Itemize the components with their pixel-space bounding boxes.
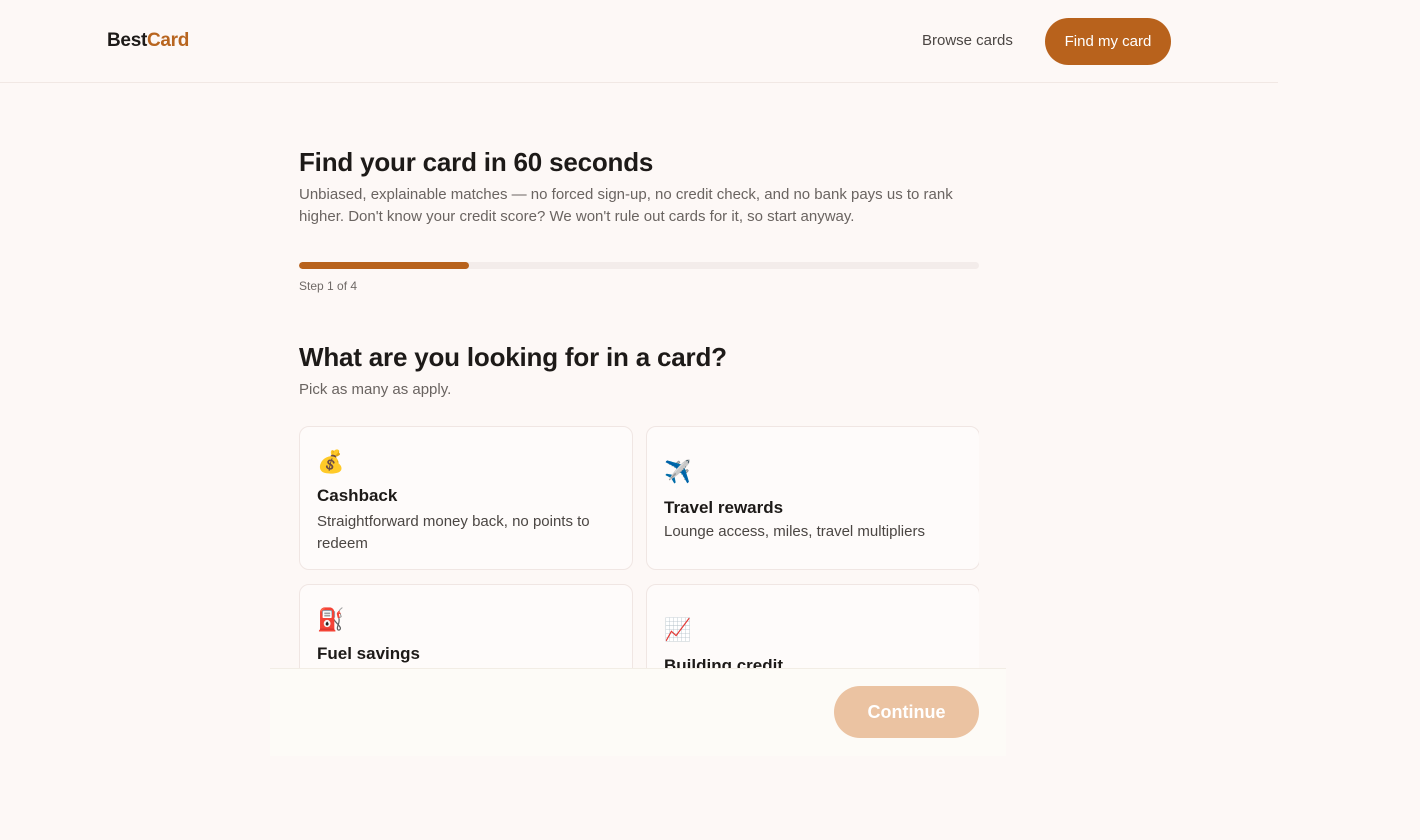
option-card-fuel-savings[interactable]: ⛽ Fuel savings	[299, 584, 633, 668]
continue-button[interactable]: Continue	[834, 686, 979, 738]
question-title: What are you looking for in a card?	[299, 342, 727, 372]
find-my-card-button[interactable]: Find my card	[1045, 18, 1171, 65]
option-card-building-credit[interactable]: 📈 Building credit	[646, 584, 979, 668]
money-bag-icon: 💰	[317, 449, 345, 474]
page-subtitle: Unbiased, explainable matches — no force…	[299, 186, 953, 225]
top-navigation: BestCard Browse cards Find my card	[0, 0, 1278, 83]
progress-bar	[299, 262, 979, 269]
airplane-icon: ✈️	[664, 459, 692, 484]
brand-logo[interactable]: BestCard	[107, 29, 189, 53]
option-title: Fuel savings	[317, 644, 420, 663]
chart-increasing-icon: 📈	[664, 617, 692, 642]
step-indicator: Step 1 of 4	[299, 279, 358, 293]
option-description: Straightforward money back, no points to…	[317, 513, 590, 552]
brand-name-accent: Card	[146, 30, 190, 51]
option-description: Lounge access, miles, travel multipliers	[664, 523, 925, 540]
question-hint: Pick as many as apply.	[299, 381, 452, 398]
progress-bar-fill	[299, 262, 469, 269]
option-grid: 💰 Cashback Straightforward money back, n…	[299, 426, 979, 668]
browse-cards-link[interactable]: Browse cards	[922, 31, 1013, 51]
option-card-cashback[interactable]: 💰 Cashback Straightforward money back, n…	[299, 426, 633, 570]
option-title: Travel rewards	[664, 498, 784, 517]
option-card-travel-rewards[interactable]: ✈️ Travel rewards Lounge access, miles, …	[646, 426, 979, 570]
option-title: Building credit	[664, 656, 783, 668]
fuel-pump-icon: ⛽	[317, 607, 345, 632]
brand-name-main: Best	[107, 30, 147, 51]
option-title: Cashback	[317, 486, 398, 505]
page-title: Find your card in 60 seconds	[299, 147, 654, 177]
